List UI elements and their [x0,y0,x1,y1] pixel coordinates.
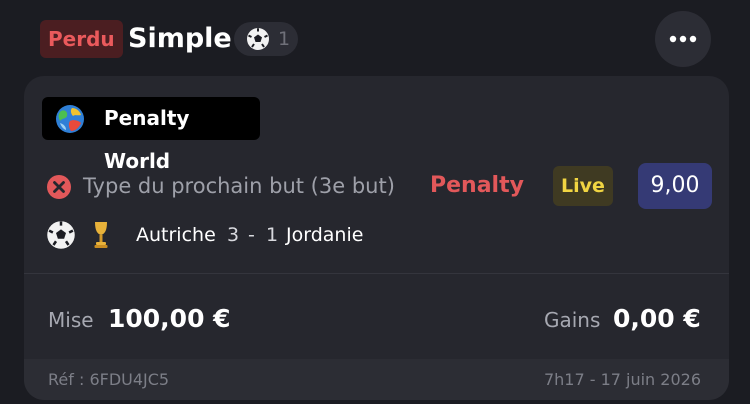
status-badge: Perdu [40,20,123,58]
soccer-ball-icon [47,221,75,249]
gains-label: Gains [544,308,601,332]
bet-card[interactable]: Penalty World Type du prochain but (3e b… [24,76,729,400]
lost-x-icon [47,175,71,199]
selections-count: 1 [278,28,291,50]
bet-header: Perdu Simple 1 [0,0,750,78]
bet-reference: Réf : 6FDU4JC5 [48,370,170,389]
selection-pick: Penalty [430,173,524,198]
home-team: Autriche [136,224,216,246]
selections-chip: 1 [234,22,298,56]
card-footer: Réf : 6FDU4JC5 7h17 - 17 juin 2026 [24,359,729,400]
globe-icon [56,105,84,133]
divider [24,273,729,274]
selection-row: Type du prochain but (3e but) Penalty [46,162,729,210]
soccer-ball-icon [247,28,269,50]
more-horizontal-icon [669,35,697,43]
more-options-button[interactable] [655,11,711,67]
bet-date: 7h17 - 17 juin 2026 [543,370,701,389]
live-badge: Live [553,166,613,206]
competition-chip[interactable]: Penalty World [42,97,260,173]
bet-type-title: Simple [128,23,232,54]
stake-value: 100,00 € [108,304,231,333]
gains-value: 0,00 € [613,304,701,333]
score-separator: - [248,224,255,246]
home-score: 3 [227,224,240,246]
market-label: Type du prochain but (3e but) [83,174,395,198]
odds-value: 9,00 [638,163,712,209]
stake-label: Mise [48,308,94,332]
trophy-icon [94,222,108,248]
away-score: 1 [266,224,279,246]
match-row[interactable]: Autriche 3 - 1 Jordanie [46,218,729,252]
away-team: Jordanie [286,224,364,246]
